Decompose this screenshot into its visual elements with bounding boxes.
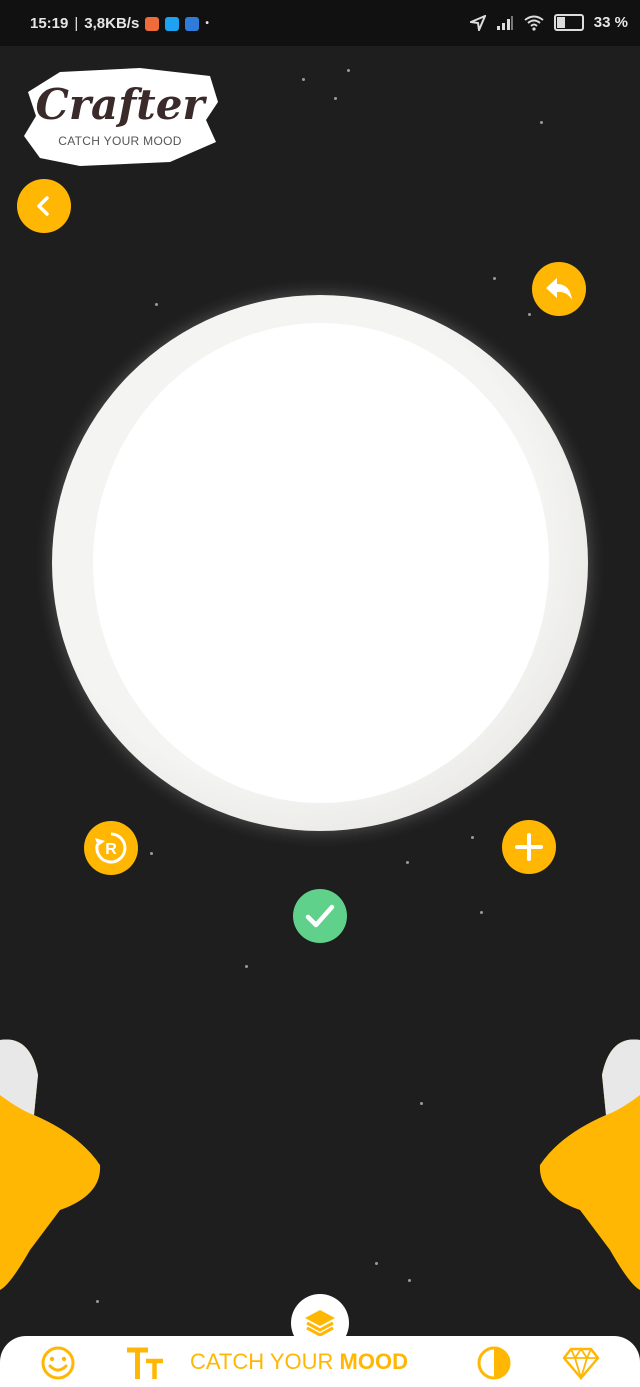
- undo-button[interactable]: [532, 262, 586, 316]
- status-dot: •: [205, 18, 209, 29]
- status-time: 15:19: [30, 15, 69, 32]
- location-icon: [469, 14, 486, 31]
- canvas-dial-face[interactable]: [93, 323, 549, 803]
- reply-arrow-icon: [546, 278, 572, 300]
- layers-icon: [305, 1310, 335, 1337]
- text-style-button[interactable]: [124, 1346, 166, 1387]
- confirm-button[interactable]: [293, 889, 347, 943]
- plus-icon: [515, 833, 543, 861]
- brand-tagline-regular: CATCH YOUR: [190, 1349, 340, 1374]
- logo-subtitle: CATCH YOUR MOOD: [58, 134, 182, 148]
- right-decorative-fin: [539, 1039, 640, 1290]
- chevron-left-icon: [37, 196, 49, 216]
- brand-tagline: CATCH YOUR MOOD: [190, 1349, 408, 1375]
- brand-tagline-bold: MOOD: [339, 1349, 408, 1374]
- contrast-icon: [477, 1346, 511, 1380]
- battery-icon: [553, 14, 584, 31]
- reset-icon: R: [95, 832, 127, 864]
- signal-icon: [496, 15, 513, 30]
- status-left: 15:19 | 3,8KB/s •: [30, 15, 209, 32]
- emoji-button[interactable]: [40, 1346, 76, 1385]
- messenger-icon: [185, 16, 200, 31]
- add-button[interactable]: [502, 820, 556, 874]
- status-separator: |: [74, 15, 79, 32]
- status-right: 33 %: [469, 14, 628, 31]
- status-speed: 3,8KB/s: [84, 15, 140, 32]
- diamond-icon: [562, 1347, 600, 1382]
- checkmark-icon: [305, 904, 335, 928]
- text-style-icon: [127, 1347, 163, 1379]
- reset-button[interactable]: R: [84, 821, 138, 875]
- crafter-logo: Crafter CATCH YOUR MOOD: [20, 62, 220, 168]
- svg-text:R: R: [105, 841, 117, 858]
- contrast-button[interactable]: [476, 1346, 512, 1385]
- status-bar: 15:19 | 3,8KB/s • 33 %: [0, 0, 640, 46]
- back-button[interactable]: [17, 179, 71, 233]
- battery-percent: 33 %: [593, 14, 628, 31]
- premium-button[interactable]: [562, 1346, 600, 1385]
- logo-title: Crafter: [35, 80, 205, 129]
- left-decorative-fin: [0, 1039, 101, 1290]
- wifi-icon: [524, 15, 544, 31]
- app-notification-icon: [145, 16, 160, 31]
- emoji-icon: [41, 1346, 75, 1380]
- twitter-icon: [165, 16, 180, 31]
